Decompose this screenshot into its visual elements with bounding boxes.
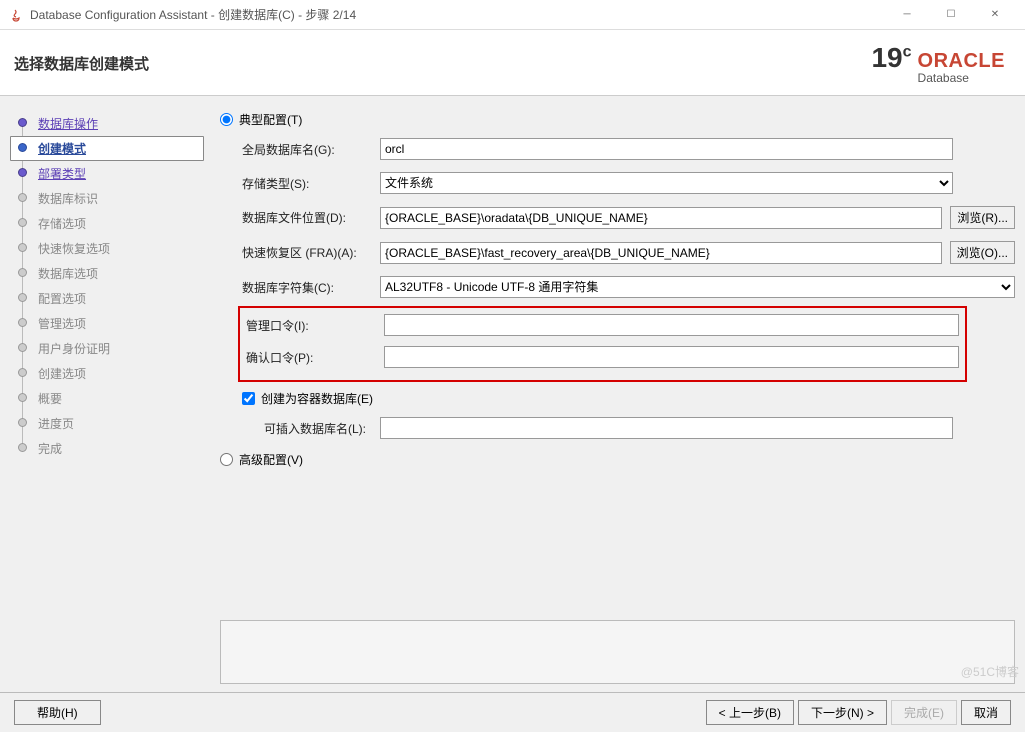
message-area: [220, 620, 1015, 684]
window-title: Database Configuration Assistant - 创建数据库…: [30, 6, 885, 23]
storage-type-select[interactable]: 文件系统: [380, 172, 953, 194]
oracle-brand: 19c ORACLE Database: [871, 42, 1005, 85]
step-item-9: 用户身份证明: [10, 336, 204, 361]
maximize-button[interactable]: ☐: [929, 1, 973, 29]
step-item-3: 数据库标识: [10, 186, 204, 211]
cdb-checkbox[interactable]: [242, 392, 255, 405]
header: 选择数据库创建模式 19c ORACLE Database: [0, 30, 1025, 96]
step-link: 完成: [38, 442, 62, 456]
step-item-10: 创建选项: [10, 361, 204, 386]
step-link: 创建选项: [38, 367, 86, 381]
step-link: 管理选项: [38, 317, 86, 331]
storage-type-label: 存储类型(S):: [242, 175, 372, 192]
fra-input[interactable]: [380, 242, 942, 264]
admin-password-label: 管理口令(I):: [246, 317, 376, 334]
step-link[interactable]: 部署类型: [38, 167, 86, 181]
step-dot-icon: [18, 393, 27, 402]
step-dot-icon: [18, 118, 27, 127]
step-item-0[interactable]: 数据库操作: [10, 111, 204, 136]
step-link: 快速恢复选项: [38, 242, 110, 256]
step-item-8: 管理选项: [10, 311, 204, 336]
step-item-11: 概要: [10, 386, 204, 411]
step-dot-icon: [18, 243, 27, 252]
step-link: 概要: [38, 392, 62, 406]
step-item-2[interactable]: 部署类型: [10, 161, 204, 186]
java-icon: [8, 7, 24, 23]
close-button[interactable]: ✕: [973, 1, 1017, 29]
browse-dbfiles-button[interactable]: 浏览(R)...: [950, 206, 1015, 229]
step-sidebar: 数据库操作创建模式部署类型数据库标识存储选项快速恢复选项数据库选项配置选项管理选…: [0, 96, 210, 692]
browse-fra-button[interactable]: 浏览(O)...: [950, 241, 1015, 264]
step-dot-icon: [18, 143, 27, 152]
step-item-1[interactable]: 创建模式: [10, 136, 204, 161]
step-dot-icon: [18, 168, 27, 177]
advanced-config-radio[interactable]: 高级配置(V): [220, 451, 1015, 468]
footer: 帮助(H) < 上一步(B) 下一步(N) > 完成(E) 取消: [0, 692, 1025, 732]
step-link[interactable]: 创建模式: [38, 142, 86, 156]
step-item-12: 进度页: [10, 411, 204, 436]
finish-button: 完成(E): [891, 700, 957, 725]
page-title: 选择数据库创建模式: [14, 53, 871, 74]
step-link: 配置选项: [38, 292, 86, 306]
step-item-6: 数据库选项: [10, 261, 204, 286]
step-link[interactable]: 数据库操作: [38, 117, 98, 131]
step-dot-icon: [18, 318, 27, 327]
step-dot-icon: [18, 443, 27, 452]
charset-select[interactable]: AL32UTF8 - Unicode UTF-8 通用字符集: [380, 276, 1015, 298]
oracle-logo: ORACLE: [918, 50, 1005, 73]
step-link: 数据库选项: [38, 267, 98, 281]
next-button[interactable]: 下一步(N) >: [798, 700, 887, 725]
step-link: 用户身份证明: [38, 342, 110, 356]
step-dot-icon: [18, 293, 27, 302]
pdb-label: 可插入数据库名(L):: [264, 420, 372, 437]
fra-label: 快速恢复区 (FRA)(A):: [242, 244, 372, 261]
confirm-password-input[interactable]: [384, 346, 959, 368]
minimize-button[interactable]: ─: [885, 1, 929, 29]
step-item-5: 快速恢复选项: [10, 236, 204, 261]
password-highlight-box: 管理口令(I): 确认口令(P):: [238, 306, 967, 382]
step-dot-icon: [18, 218, 27, 227]
admin-password-input[interactable]: [384, 314, 959, 336]
title-bar: Database Configuration Assistant - 创建数据库…: [0, 0, 1025, 30]
typical-config-radio[interactable]: 典型配置(T): [220, 111, 1015, 128]
step-dot-icon: [18, 268, 27, 277]
back-button[interactable]: < 上一步(B): [706, 700, 794, 725]
step-item-7: 配置选项: [10, 286, 204, 311]
global-db-input[interactable]: [380, 138, 953, 160]
step-dot-icon: [18, 193, 27, 202]
step-item-4: 存储选项: [10, 211, 204, 236]
step-dot-icon: [18, 368, 27, 377]
step-link: 进度页: [38, 417, 74, 431]
charset-label: 数据库字符集(C):: [242, 279, 372, 296]
dbfiles-input[interactable]: [380, 207, 942, 229]
content-area: 典型配置(T) 全局数据库名(G): 存储类型(S): 文件系统 数: [210, 96, 1025, 692]
step-item-13: 完成: [10, 436, 204, 461]
confirm-password-label: 确认口令(P):: [246, 349, 376, 366]
help-button[interactable]: 帮助(H): [14, 700, 101, 725]
dbfiles-label: 数据库文件位置(D):: [242, 209, 372, 226]
step-dot-icon: [18, 343, 27, 352]
cancel-button[interactable]: 取消: [961, 700, 1011, 725]
cdb-checkbox-row[interactable]: 创建为容器数据库(E): [242, 390, 1015, 407]
step-link: 数据库标识: [38, 192, 98, 206]
step-dot-icon: [18, 418, 27, 427]
step-link: 存储选项: [38, 217, 86, 231]
global-db-label: 全局数据库名(G):: [242, 141, 372, 158]
pdb-input[interactable]: [380, 417, 953, 439]
